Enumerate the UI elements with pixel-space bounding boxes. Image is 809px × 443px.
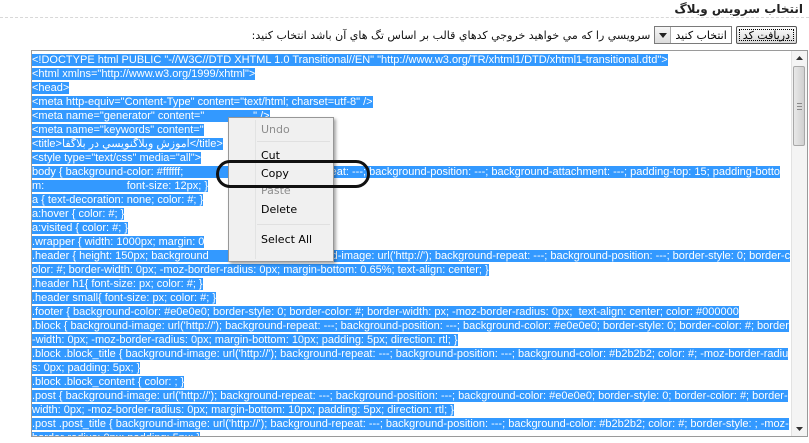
selected-text: <head> xyxy=(32,82,70,94)
selected-text: .header small{ font-size: px; color: #; … xyxy=(32,292,217,304)
selected-text: .block .block_title { background-image: … xyxy=(32,348,789,374)
service-select-value: انتخاب كنيد xyxy=(675,28,727,42)
code-textarea[interactable]: <!DOCTYPE html PUBLIC "-//W3C//DTD XHTML… xyxy=(31,50,808,437)
scrollbar-thumb[interactable] xyxy=(793,66,805,146)
code-line: .block .block_content { color: ; } xyxy=(32,375,792,389)
code-line: body { background-color: #ffffff; backgr… xyxy=(32,165,792,193)
code-line: a:visited { color: #; } xyxy=(32,221,792,235)
selected-text: .header { height: 150px; background grou… xyxy=(32,250,791,276)
selected-text: <html xmlns="http://www.w3.org/1999/xhtm… xyxy=(32,68,256,80)
code-line: .post { background-image: url('http://')… xyxy=(32,389,792,417)
service-prompt: سرويسي را كه مي خواهيد خروجي كدهاي قالب … xyxy=(251,28,651,42)
menu-separator xyxy=(257,224,330,225)
code-line: a:hover { color: #; } xyxy=(32,207,792,221)
service-select-row: سرويسي را كه مي خواهيد خروجي كدهاي قالب … xyxy=(252,25,797,45)
chevron-down-icon[interactable] xyxy=(655,27,672,43)
arrow-up-icon[interactable] xyxy=(792,51,807,65)
code-line: .header small{ font-size: px; color: #; … xyxy=(32,291,792,305)
menu-item-copy[interactable]: Copy xyxy=(261,165,289,183)
arrow-down-icon[interactable] xyxy=(792,422,807,436)
code-line: <meta name="generator" content=" " /> xyxy=(32,109,792,123)
code-line: .header { height: 150px; background grou… xyxy=(32,249,792,277)
service-select[interactable]: انتخاب كنيد xyxy=(654,26,732,44)
menu-item-cut[interactable]: Cut xyxy=(261,147,280,165)
title-divider xyxy=(0,17,809,18)
selected-text: .footer { background-color: #e0e0e0; bor… xyxy=(32,306,739,318)
menu-item-paste[interactable]: Paste xyxy=(261,182,291,200)
selected-text: .post .post_title { background-image: ur… xyxy=(32,418,789,436)
code-line: .wrapper { width: 1000px; margin: 0 xyxy=(32,235,792,249)
code-line: .post .post_title { background-image: ur… xyxy=(32,417,792,436)
menu-item-undo[interactable]: Undo xyxy=(261,121,290,139)
code-line: a { text-decoration: none; color: #; } xyxy=(32,193,792,207)
code-content: <!DOCTYPE html PUBLIC "-//W3C//DTD XHTML… xyxy=(32,53,792,436)
context-menu-gutter xyxy=(255,120,256,259)
selected-text: .block .block_content { color: ; } xyxy=(32,376,185,388)
code-line: <meta http-equiv="Content-Type" content=… xyxy=(32,95,792,109)
selected-text: a:hover { color: #; } xyxy=(32,208,125,220)
code-line: .header h1{ font-size: px; color: #; } xyxy=(32,277,792,291)
selected-text: a { text-decoration: none; color: #; } xyxy=(32,194,204,206)
selected-text: <!DOCTYPE html PUBLIC "-//W3C//DTD XHTML… xyxy=(32,54,668,66)
selected-text: <title>آموزش وبلاگنويسي در بلاگفا</title… xyxy=(32,138,223,150)
selected-text: <meta http-equiv="Content-Type" content=… xyxy=(32,96,373,108)
get-code-button[interactable]: دريافت كد xyxy=(735,26,797,44)
selected-text: .header h1{ font-size: px; color: #; } xyxy=(32,278,203,290)
selected-text: <style type="text/css" media="all"> xyxy=(32,152,202,164)
selected-text: .block { background-image: url('http://'… xyxy=(32,320,789,346)
vertical-scrollbar[interactable] xyxy=(791,51,807,436)
code-line: <html xmlns="http://www.w3.org/1999/xhtm… xyxy=(32,67,792,81)
scrollbar-grip xyxy=(797,103,802,112)
menu-item-delete[interactable]: Delete xyxy=(261,201,297,219)
code-line: <head> xyxy=(32,81,792,95)
selected-text: body { background-color: #ffffff; backgr… xyxy=(32,166,781,192)
menu-separator xyxy=(257,141,330,142)
code-line: .block .block_title { background-image: … xyxy=(32,347,792,375)
code-line: .block { background-image: url('http://'… xyxy=(32,319,792,347)
menu-item-select-all[interactable]: Select All xyxy=(261,231,312,249)
selected-text: .post { background-image: url('http://')… xyxy=(32,390,788,416)
code-line: <title>آموزش وبلاگنويسي در بلاگفا</title… xyxy=(32,137,792,151)
code-line: <style type="text/css" media="all"> xyxy=(32,151,792,165)
code-line: <!DOCTYPE html PUBLIC "-//W3C//DTD XHTML… xyxy=(32,53,792,67)
code-line: .footer { background-color: #e0e0e0; bor… xyxy=(32,305,792,319)
context-menu: Undo Cut Copy Paste Delete Select All xyxy=(228,117,334,262)
selected-text: <meta name="keywords" content=" xyxy=(32,124,204,136)
code-line: <meta name="keywords" content=" xyxy=(32,123,792,137)
selected-text: a:visited { color: #; } xyxy=(32,222,128,234)
selected-text: .wrapper { width: 1000px; margin: 0 xyxy=(32,236,205,248)
page-title: انتخاب سرويس وبلاگ xyxy=(674,2,803,16)
